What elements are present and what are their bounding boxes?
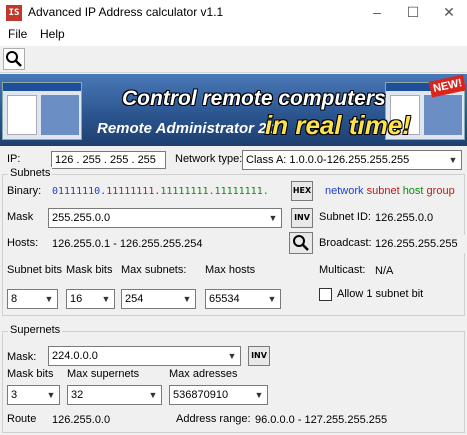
max-hosts-value: 65534 [209, 293, 240, 305]
broadcast-value: 126.255.255.255 [371, 235, 465, 253]
banner-tagline: in real time! [265, 110, 411, 140]
multicast-label: Multicast: [319, 264, 366, 276]
chevron-down-icon: ▼ [268, 213, 278, 223]
chevron-down-icon: ▼ [254, 390, 264, 400]
supernet-mask-bits-select[interactable]: 3 ▼ [7, 385, 60, 405]
supernet-mask-select[interactable]: 224.0.0.0 ▼ [48, 346, 241, 366]
network-type-select[interactable]: Class A: 1.0.0.0-126.255.255.255 ▼ [242, 150, 462, 170]
address-range-label: Address range: [176, 413, 251, 425]
banner-product: Remote Administrator 2.1 [97, 120, 279, 137]
max-addresses-value: 536870910 [173, 389, 229, 401]
route-label: Route [7, 413, 37, 425]
legend-network: network [325, 185, 364, 197]
route-value: 126.255.0.0 [48, 411, 163, 429]
subnets-title: Subnets [8, 167, 53, 179]
app-icon: IS [6, 5, 22, 21]
supernets-title: Supernets [8, 324, 63, 336]
max-addresses-label: Max adresses [169, 368, 238, 380]
mask-value: 255.255.0.0 [52, 212, 111, 224]
max-supernets-label: Max supernets [67, 368, 140, 380]
subnet-id-value: 126.255.0.0 [371, 209, 463, 227]
max-subnets-value: 254 [125, 293, 144, 305]
chevron-down-icon: ▼ [148, 390, 158, 400]
legend-group: group [426, 185, 455, 197]
menu-file[interactable]: File [8, 27, 27, 41]
mask-bits-label: Mask bits [66, 264, 113, 276]
hex-button[interactable]: HEX [291, 181, 313, 201]
window-title: Advanced IP Address calculator v1.1 [28, 5, 224, 19]
close-button[interactable]: ✕ [431, 0, 467, 26]
menu-bar [0, 26, 467, 46]
chevron-down-icon: ▼ [182, 294, 192, 304]
banner-headline: Control remote computers [122, 87, 386, 110]
supernet-mask-label: Mask: [7, 351, 37, 363]
mask-bits-select[interactable]: 16 ▼ [66, 289, 115, 309]
broadcast-label: Broadcast: [319, 237, 372, 249]
chevron-down-icon: ▼ [46, 390, 56, 400]
ad-banner[interactable]: Control remote computers Remote Administ… [0, 74, 467, 146]
maximize-button[interactable]: ☐ [395, 0, 431, 26]
subnet-id-label: Subnet ID: [319, 211, 371, 223]
chevron-down-icon: ▼ [267, 294, 277, 304]
magnifier-icon [293, 235, 309, 251]
network-type-label: Network type: [175, 153, 243, 165]
network-type-value: Class A: 1.0.0.0-126.255.255.255 [246, 154, 410, 166]
supernet-mask-value: 224.0.0.0 [52, 350, 98, 362]
binary-label: Binary: [7, 185, 42, 197]
legend-subnet: subnet [366, 185, 400, 197]
max-subnets-label: Max subnets: [121, 264, 187, 276]
supernet-inv-button[interactable]: INV [248, 346, 270, 366]
binary-value: 01111110.11111111.11111111.11111111. [48, 183, 283, 201]
mask-label: Mask [7, 211, 34, 223]
binary-legend: network subnet host group [325, 185, 455, 197]
banner-screenshot-left [2, 82, 82, 140]
binary-host-part: 11111111.11111111. [160, 186, 269, 197]
ip-input[interactable]: 126 . 255 . 255 . 255 [51, 151, 166, 169]
max-supernets-value: 32 [71, 389, 84, 401]
max-subnets-select[interactable]: 254 ▼ [121, 289, 196, 309]
ip-label: IP: [7, 153, 21, 165]
max-hosts-label: Max hosts [205, 264, 256, 276]
chevron-down-icon: ▼ [448, 155, 458, 165]
binary-network-part: 01111110. [52, 186, 107, 197]
subnet-bits-select[interactable]: 8 ▼ [7, 289, 58, 309]
hosts-label: Hosts: [7, 237, 39, 249]
supernet-mask-bits-value: 3 [11, 389, 18, 401]
magnifier-icon [6, 51, 22, 67]
minimize-button[interactable]: – [359, 0, 395, 26]
multicast-value: N/A [371, 262, 451, 280]
chevron-down-icon: ▼ [101, 294, 111, 304]
menu-help[interactable]: Help [40, 27, 65, 41]
supernet-mask-bits-label: Mask bits [7, 368, 54, 380]
chevron-down-icon: ▼ [44, 294, 54, 304]
mask-bits-value: 16 [70, 293, 83, 305]
allow-subnet-bit-checkbox[interactable] [319, 288, 332, 301]
binary-subnet-part: 11111111. [106, 186, 161, 197]
mask-select[interactable]: 255.255.0.0 ▼ [48, 208, 282, 228]
subnet-bits-value: 8 [11, 293, 18, 305]
hosts-value: 126.255.0.1 - 126.255.255.254 [48, 235, 283, 253]
search-button[interactable] [3, 48, 25, 70]
toolbar [0, 46, 467, 73]
hosts-search-button[interactable] [289, 232, 313, 254]
allow-subnet-bit-label: Allow 1 subnet bit [337, 288, 424, 300]
max-hosts-select[interactable]: 65534 ▼ [205, 289, 281, 309]
max-supernets-select[interactable]: 32 ▼ [67, 385, 162, 405]
inv-button[interactable]: INV [291, 208, 313, 228]
max-addresses-select[interactable]: 536870910 ▼ [169, 385, 268, 405]
chevron-down-icon: ▼ [227, 351, 237, 361]
legend-host: host [402, 185, 424, 197]
subnet-bits-label: Subnet bits [7, 264, 63, 276]
address-range-value: 96.0.0.0 - 127.255.255.255 [251, 411, 441, 429]
